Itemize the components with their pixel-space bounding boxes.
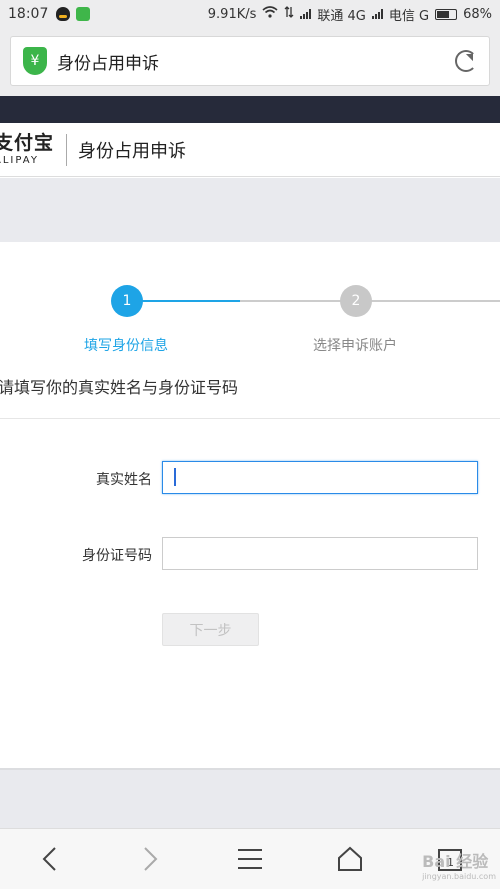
forward-button[interactable]	[125, 834, 175, 884]
battery-percent: 68%	[463, 6, 492, 22]
step-2-circle: 2	[340, 285, 372, 317]
watermark-main: Bai 经验	[422, 852, 489, 871]
step-1-circle: 1	[111, 285, 143, 317]
site-header: 支付宝 ALIPAY 身份占用申诉	[0, 123, 500, 177]
top-dark-band	[0, 96, 500, 123]
real-name-label: 真实姓名	[96, 472, 152, 488]
network-speed: 9.91K/s	[207, 6, 257, 22]
alipay-logo[interactable]: 支付宝 ALIPAY	[0, 131, 55, 166]
id-number-input[interactable]	[162, 537, 478, 570]
logo-text-en: ALIPAY	[0, 154, 39, 166]
step-2-label: 选择申诉账户	[313, 338, 397, 354]
gray-band	[0, 178, 500, 242]
baidu-jingyan-watermark: Bai 经验 jingyan.baidu.com	[422, 848, 496, 881]
step-connector-active	[127, 300, 240, 302]
back-button[interactable]	[25, 834, 75, 884]
step-1-label: 填写身份信息	[84, 338, 168, 354]
chevron-right-icon	[144, 847, 158, 871]
id-number-label: 身份证号码	[82, 548, 152, 564]
status-bar: 18:07 9.91K/s 联通 4G 电信 G 68%	[0, 0, 500, 28]
logo-text-cn: 支付宝	[0, 131, 55, 154]
section-divider	[0, 418, 500, 419]
footer-band	[0, 768, 500, 828]
progress-steps: 1 2 填写身份信息 选择申诉账户	[0, 242, 500, 372]
wechat-icon	[76, 7, 91, 21]
data-transfer-icon	[284, 6, 294, 22]
page-title-address: 身份占用申诉	[57, 53, 159, 74]
signal-icon	[300, 9, 312, 19]
next-step-button[interactable]: 下一步	[162, 613, 259, 646]
carrier-1: 联通 4G	[317, 8, 366, 24]
home-button[interactable]	[325, 834, 375, 884]
watermark-sub: jingyan.baidu.com	[422, 872, 496, 881]
reload-icon[interactable]	[455, 50, 477, 72]
header-title: 身份占用申诉	[78, 140, 187, 162]
wifi-icon	[262, 6, 278, 22]
browser-toolbar: ¥ 身份占用申诉	[0, 28, 500, 96]
home-icon	[338, 846, 362, 871]
alipay-shield-icon: ¥	[23, 47, 47, 75]
status-time: 18:07	[8, 6, 49, 22]
carrier-2: 电信 G	[388, 8, 430, 24]
qq-icon	[56, 7, 71, 21]
text-caret	[174, 468, 176, 486]
real-name-input[interactable]	[162, 461, 478, 494]
menu-icon	[238, 849, 262, 869]
form-instruction: 请填写你的真实姓名与身份证号码	[0, 378, 239, 397]
chevron-left-icon	[42, 847, 56, 871]
address-bar[interactable]: ¥ 身份占用申诉	[10, 36, 490, 86]
battery-icon	[435, 8, 458, 20]
status-indicators: 9.91K/s 联通 4G 电信 G 68%	[208, 5, 492, 24]
header-divider	[66, 133, 68, 166]
signal-icon-2	[371, 9, 383, 19]
menu-button[interactable]	[225, 834, 275, 884]
